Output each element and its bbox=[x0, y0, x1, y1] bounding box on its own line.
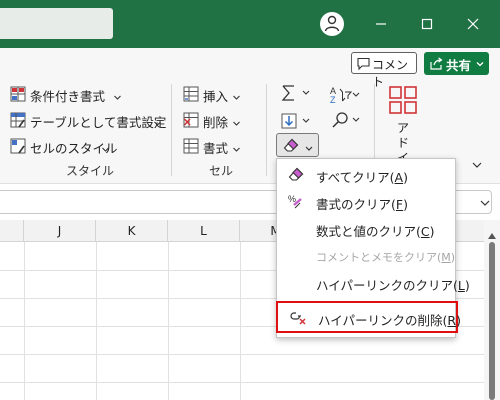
search-box[interactable] bbox=[0, 8, 113, 39]
chevron-down-icon bbox=[153, 116, 162, 131]
grid-line bbox=[96, 242, 97, 400]
column-header-k[interactable]: K bbox=[96, 220, 168, 242]
chevron-down-icon bbox=[101, 142, 110, 157]
share-button[interactable]: 共有 bbox=[424, 52, 489, 75]
cells-group-label: セル bbox=[209, 164, 234, 178]
account-icon[interactable] bbox=[320, 12, 344, 36]
fill-icon[interactable] bbox=[280, 112, 316, 133]
svg-text:%: % bbox=[288, 194, 296, 204]
share-button-label: 共有 bbox=[446, 58, 472, 73]
clear-button[interactable] bbox=[276, 133, 319, 157]
chevron-down-icon bbox=[475, 57, 485, 72]
chevron-down-icon bbox=[232, 116, 241, 131]
group-divider bbox=[266, 84, 267, 176]
title-bar bbox=[0, 0, 500, 48]
grid-line bbox=[0, 382, 484, 383]
grid-line bbox=[240, 242, 241, 400]
addin-label-line1: アド bbox=[396, 121, 409, 150]
menu-item-accesskey: F bbox=[395, 197, 404, 212]
menu-item-clear-comments: コメントとメモをクリア(M) bbox=[316, 251, 456, 264]
minimize-icon[interactable] bbox=[370, 13, 392, 35]
chevron-down-icon bbox=[113, 90, 122, 105]
column-header-l[interactable]: L bbox=[168, 220, 240, 242]
grid-line bbox=[24, 242, 25, 400]
clear-eraser-icon bbox=[283, 138, 299, 156]
menu-item-clear-formats[interactable]: % 書式のクリア(F) bbox=[277, 188, 455, 215]
menu-item-accesskey: A bbox=[394, 170, 404, 185]
scroll-thumb[interactable] bbox=[489, 242, 495, 400]
chevron-down-icon[interactable] bbox=[471, 159, 483, 173]
comment-button-label: コメント bbox=[372, 58, 409, 89]
table-format-icon bbox=[10, 112, 26, 131]
insert-cells-label: 挿入 bbox=[203, 89, 229, 104]
clear-format-icon: % bbox=[288, 194, 304, 212]
chevron-down-icon[interactable] bbox=[479, 197, 491, 211]
chevron-down-icon bbox=[232, 142, 241, 157]
menu-item-label: すべてクリア bbox=[316, 170, 390, 185]
chevron-down-icon bbox=[232, 90, 241, 105]
insert-cells-icon bbox=[183, 86, 199, 105]
vertical-scrollbar[interactable] bbox=[484, 220, 500, 400]
svg-text:Z: Z bbox=[330, 95, 336, 104]
menu-item-label: ハイパーリンクのクリア bbox=[316, 278, 454, 293]
styles-group-label: スタイル bbox=[66, 164, 115, 178]
conditional-format-label: 条件付き書式 bbox=[30, 89, 106, 104]
grid-line bbox=[168, 242, 169, 400]
menu-item-remove-hyperlinks[interactable]: ハイパーリンクの削除(R) bbox=[276, 301, 461, 333]
menu-item-accesskey: R bbox=[447, 313, 457, 328]
menu-item-label: 書式のクリア bbox=[316, 197, 392, 212]
group-divider bbox=[171, 84, 172, 176]
addin-grid-icon[interactable] bbox=[389, 86, 417, 117]
chevron-down-icon bbox=[304, 142, 314, 156]
menu-item-label: コメントとメモをクリア bbox=[316, 251, 437, 264]
format-cells-label: 書式 bbox=[203, 141, 229, 156]
menu-item-accesskey: M bbox=[441, 251, 451, 264]
restore-icon[interactable] bbox=[416, 13, 438, 35]
cell-style-icon bbox=[10, 138, 26, 157]
scroll-up-icon[interactable] bbox=[488, 228, 496, 242]
format-cells-icon bbox=[183, 138, 199, 157]
clear-menu: すべてクリア(A) % 書式のクリア(F) 数式と値のクリア(C) コメントとメ… bbox=[276, 158, 470, 338]
close-icon[interactable] bbox=[462, 13, 484, 35]
eraser-icon bbox=[288, 167, 304, 185]
menu-item-clear-all[interactable]: すべてクリア(A) bbox=[277, 161, 455, 188]
remove-hyperlink-icon bbox=[290, 310, 308, 328]
menu-item-clear-contents[interactable]: 数式と値のクリア(C) bbox=[277, 215, 455, 242]
delete-cells-icon bbox=[183, 112, 199, 131]
menu-item-clear-hyperlinks[interactable]: ハイパーリンクのクリア(L) bbox=[277, 269, 470, 296]
menu-item-accesskey: L bbox=[457, 278, 465, 293]
find-icon[interactable] bbox=[331, 111, 361, 132]
menu-item-label: ハイパーリンクの削除 bbox=[318, 313, 443, 328]
comment-icon bbox=[357, 57, 370, 73]
grid-line bbox=[0, 354, 484, 355]
table-format-label: テーブルとして書式設定 bbox=[30, 115, 167, 130]
column-header-blank bbox=[0, 220, 24, 242]
sort-filter-icon[interactable]: AZ bbox=[330, 86, 360, 107]
delete-cells-label: 削除 bbox=[203, 115, 229, 130]
menu-item-label: 数式と値のクリア bbox=[316, 224, 417, 239]
autosum-icon[interactable] bbox=[281, 84, 311, 107]
conditional-format-icon bbox=[10, 86, 26, 105]
share-icon bbox=[430, 57, 443, 73]
menu-item-accesskey: C bbox=[420, 224, 430, 239]
column-header-j[interactable]: J bbox=[24, 220, 96, 242]
comment-button[interactable]: コメント bbox=[351, 52, 417, 89]
